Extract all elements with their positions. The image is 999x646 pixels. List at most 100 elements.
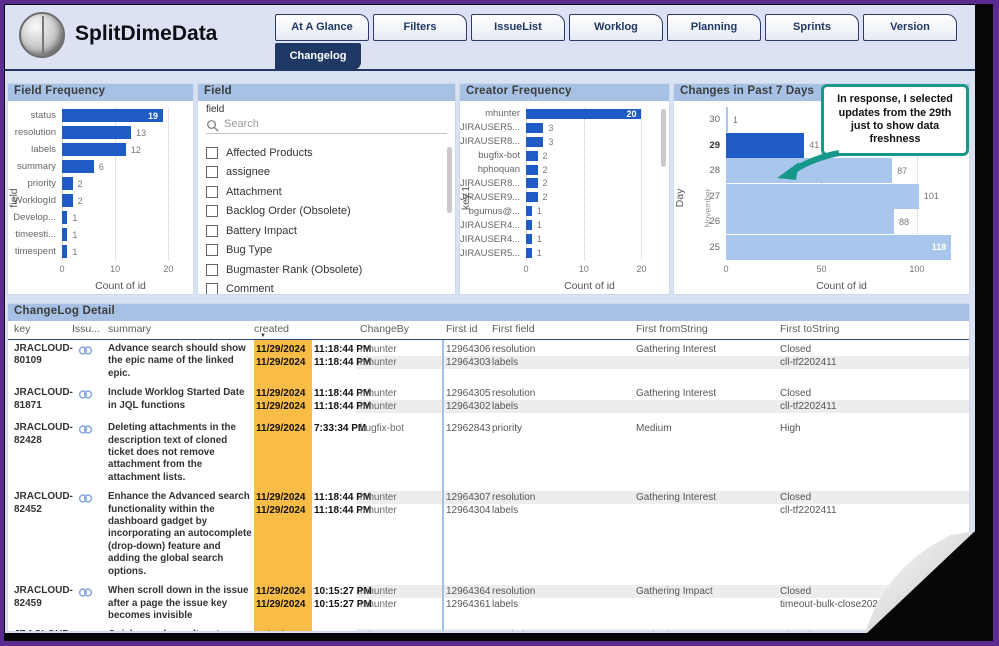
slicer-scrollbar[interactable]: [447, 147, 452, 213]
table-row-group[interactable]: JRACLOUD-81871Include Worklog Started Da…: [8, 384, 969, 419]
bar-track: 2: [62, 194, 179, 207]
column-header-changeby[interactable]: ChangeBy: [360, 323, 409, 335]
field-list-item[interactable]: Attachment: [198, 182, 445, 202]
issue-link-icon[interactable]: [78, 387, 93, 405]
data-bar[interactable]: [526, 123, 543, 133]
column-header-summary[interactable]: summary: [108, 323, 151, 335]
y-axis-group-label: November: [703, 188, 713, 227]
column-header-first-fromstring[interactable]: First fromString: [636, 323, 708, 335]
data-bar[interactable]: [526, 192, 538, 202]
checkbox-icon[interactable]: [206, 244, 218, 256]
panel-title: Field Frequency: [8, 84, 193, 101]
first-id-cell: 12964304: [446, 504, 491, 517]
field-list-item[interactable]: Bugmaster Rank (Obsolete): [198, 260, 445, 280]
data-bar[interactable]: [726, 107, 728, 132]
checkbox-icon[interactable]: [206, 166, 218, 178]
data-bar[interactable]: [526, 165, 538, 175]
issue-link-icon[interactable]: [78, 343, 93, 361]
checkbox-icon[interactable]: [206, 264, 218, 276]
checkbox-icon[interactable]: [206, 186, 218, 198]
data-bar[interactable]: [62, 160, 94, 173]
category-label: 25: [674, 242, 726, 253]
data-bar[interactable]: [62, 211, 67, 224]
change-rows: 11/29/20247:33:34 PMbugfix-bot12962843pr…: [254, 422, 969, 435]
column-header-key[interactable]: key: [14, 323, 30, 335]
first-id-cell: 12964306: [446, 343, 491, 356]
data-bar[interactable]: [526, 178, 538, 188]
tab-version[interactable]: Version: [863, 14, 957, 41]
data-bar[interactable]: [526, 220, 532, 230]
issue-link-icon[interactable]: [78, 491, 93, 509]
bar-track: 2: [62, 177, 179, 190]
bar-track: 20: [526, 109, 653, 119]
change-row: 11/29/202411:18:44 PMmhunter12964306reso…: [254, 343, 969, 356]
bar-row: 25118: [674, 235, 957, 261]
x-tick-label: 0: [723, 264, 728, 274]
tab-planning[interactable]: Planning: [667, 14, 761, 41]
column-header-first-tostring[interactable]: First toString: [780, 323, 840, 335]
tab-sprints[interactable]: Sprints: [765, 14, 859, 41]
field-list-item[interactable]: Comment: [198, 280, 445, 295]
tab-worklog[interactable]: Worklog: [569, 14, 663, 41]
nav-tabs: At A GlanceFiltersIssueListWorklogPlanni…: [275, 14, 957, 41]
table-row-group[interactable]: JRACLOUD-82459When scroll down in the is…: [8, 582, 969, 626]
data-bar[interactable]: [526, 248, 532, 258]
created-date-cell: 11/29/2024: [256, 629, 306, 631]
created-date-cell: 11/29/2024: [256, 400, 306, 413]
column-header-first-id[interactable]: First id: [446, 323, 478, 335]
table-row-group[interactable]: JRACLOUD-80109Advance search should show…: [8, 340, 969, 384]
change-rows: 11/29/202411:18:44 PMmhunter12964307reso…: [254, 491, 969, 517]
search-input[interactable]: Search: [206, 116, 447, 134]
tab-at-a-glance[interactable]: At A Glance: [275, 14, 369, 41]
sort-descending-icon[interactable]: ▼: [260, 333, 266, 339]
checkbox-icon[interactable]: [206, 225, 218, 237]
field-list-item[interactable]: Battery Impact: [198, 221, 445, 241]
y-axis-title: key.1: [460, 176, 472, 220]
field-list-item[interactable]: Affected Products: [198, 143, 445, 163]
chart-scrollbar[interactable]: [661, 109, 666, 167]
category-label: timespent: [8, 246, 62, 257]
field-list-item[interactable]: Bug Type: [198, 241, 445, 261]
issue-link-icon[interactable]: [78, 422, 93, 440]
first-id-cell: 12964313: [446, 629, 491, 631]
data-bar[interactable]: [526, 206, 532, 216]
changeby-cell: mhunter: [360, 400, 397, 413]
column-header-first-field[interactable]: First field: [492, 323, 535, 335]
checkbox-icon[interactable]: [206, 283, 218, 294]
tab-filters[interactable]: Filters: [373, 14, 467, 41]
data-bar[interactable]: [62, 245, 67, 258]
field-list-item[interactable]: assignee: [198, 163, 445, 183]
value-label: 13: [136, 128, 146, 138]
data-bar[interactable]: [62, 177, 73, 190]
table-row-group[interactable]: JRACLOUD-82452Enhance the Advanced searc…: [8, 488, 969, 582]
checkbox-icon[interactable]: [206, 205, 218, 217]
value-label: 6: [99, 162, 104, 172]
data-bar[interactable]: [526, 109, 641, 119]
bar-track: 2: [526, 192, 653, 202]
issue-summary-cell: When scroll down in the issue after a pa…: [108, 585, 254, 622]
field-list-item[interactable]: Backlog Order (Obsolete): [198, 202, 445, 222]
data-bar[interactable]: [726, 209, 894, 234]
table-row-group[interactable]: JRACLOUD-82485Quick search results retur…: [8, 626, 969, 631]
data-bar[interactable]: [62, 228, 67, 241]
y-axis-title: field: [8, 176, 20, 220]
field-frequency-panel: Field Frequency status19resolution13labe…: [7, 83, 194, 295]
issue-link-icon[interactable]: [78, 629, 93, 631]
data-bar[interactable]: [526, 151, 538, 161]
data-bar[interactable]: [62, 194, 73, 207]
x-axis-title: Count of id: [526, 280, 653, 292]
data-bar[interactable]: [526, 137, 543, 147]
table-row-group[interactable]: JRACLOUD-82428Deleting attachments in th…: [8, 419, 969, 488]
data-bar[interactable]: [62, 143, 126, 156]
tab-issuelist[interactable]: IssueList: [471, 14, 565, 41]
created-date-cell: 11/29/2024: [256, 356, 306, 369]
issue-link-icon[interactable]: [78, 585, 93, 603]
data-bar[interactable]: [726, 235, 951, 260]
data-bar[interactable]: [526, 234, 532, 244]
checkbox-icon[interactable]: [206, 147, 218, 159]
first-field-cell: priority: [492, 422, 522, 435]
x-tick-label: 20: [163, 264, 173, 274]
data-bar[interactable]: [62, 126, 131, 139]
tab-changelog[interactable]: Changelog: [275, 43, 361, 70]
column-header-issu-[interactable]: Issu...: [72, 323, 100, 335]
